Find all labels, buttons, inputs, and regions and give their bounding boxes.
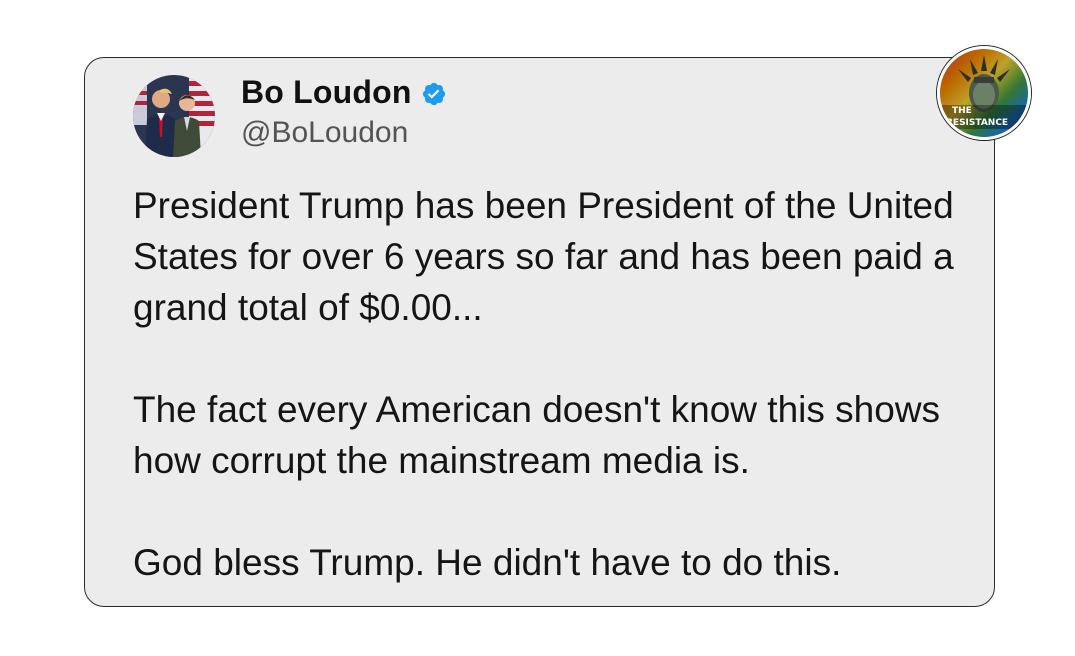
statue-of-liberty-icon: THE RESISTANCE — [940, 49, 1028, 137]
tweet-text: President Trump has been President of th… — [133, 180, 973, 588]
watermark-line2: RESISTANCE — [946, 118, 1008, 128]
resistance-logo: THE RESISTANCE — [937, 46, 1031, 140]
tweet-paragraph: President Trump has been President of th… — [133, 185, 954, 328]
display-name[interactable]: Bo Loudon — [241, 74, 412, 111]
watermark-line1: THE — [952, 106, 972, 116]
author-row: Bo Loudon — [241, 74, 447, 111]
tweet-card: Bo Loudon @BoLoudon President Trump has … — [84, 57, 995, 607]
verified-badge-icon — [421, 81, 447, 107]
handle[interactable]: @BoLoudon — [241, 116, 408, 150]
avatar-image — [133, 75, 215, 157]
tweet-paragraph: God bless Trump. He didn't have to do th… — [133, 542, 842, 583]
avatar[interactable] — [133, 75, 215, 157]
tweet-paragraph: The fact every American doesn't know thi… — [133, 389, 941, 481]
